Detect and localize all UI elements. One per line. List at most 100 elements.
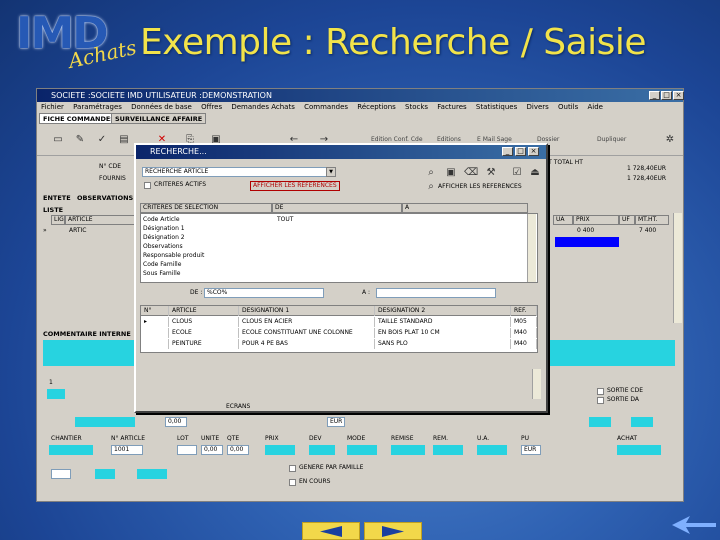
menu-commandes[interactable]: Commandes xyxy=(304,103,348,111)
menu-stocks[interactable]: Stocks xyxy=(405,103,428,111)
settings-icon[interactable]: ✲ xyxy=(663,134,677,146)
result-des1[interactable]: POUR 4 PE BAS xyxy=(239,339,375,349)
email-sage-label[interactable]: E Mail Sage xyxy=(477,136,512,143)
result-ref[interactable]: M40 xyxy=(511,339,537,349)
observations-tab[interactable]: OBSERVATIONS xyxy=(77,193,133,203)
result-des1[interactable]: ECOLE CONSTITUANT UNE COLONNE xyxy=(239,328,375,338)
criteria-item[interactable]: Désignation 1 xyxy=(143,225,185,233)
search-minimize-button[interactable]: _ xyxy=(502,147,513,156)
table-row[interactable]: ECOLE ECOLE CONSTITUANT UNE COLONNE EN B… xyxy=(141,328,537,338)
dev-field-1[interactable]: EUR xyxy=(327,417,345,427)
menu-statistiques[interactable]: Statistiques xyxy=(476,103,517,111)
return-arrow-icon[interactable] xyxy=(672,514,716,536)
achat-field[interactable] xyxy=(631,417,653,427)
criteria-item[interactable]: Sous Famille xyxy=(143,270,180,278)
selected-cell[interactable] xyxy=(555,237,619,247)
previous-slide-button[interactable] xyxy=(302,522,360,540)
menu-receptions[interactable]: Réceptions xyxy=(357,103,396,111)
prix-field[interactable] xyxy=(265,445,295,455)
new-icon[interactable]: ▭ xyxy=(51,134,65,146)
menu-outils[interactable]: Outils xyxy=(558,103,578,111)
validate-icon[interactable]: ☑ xyxy=(510,167,524,179)
clear-icon[interactable]: ⌫ xyxy=(464,167,478,179)
exit-icon[interactable]: ⏏ xyxy=(528,167,542,179)
criteria-item[interactable]: Désignation 2 xyxy=(143,234,185,242)
row1-prix[interactable]: 0 400 xyxy=(577,227,594,235)
filter-de-input[interactable]: %CO% xyxy=(204,288,324,298)
maximize-button[interactable]: □ xyxy=(661,91,672,100)
chantier-field[interactable] xyxy=(49,445,93,455)
criteria-value[interactable]: TOUT xyxy=(277,216,293,224)
results-scrollbar[interactable] xyxy=(532,369,541,399)
table-row[interactable]: ▸ CLOUS CLOUS EN ACIER TAILLE STANDARD M… xyxy=(141,317,537,327)
binoculars-icon[interactable]: ⌕ xyxy=(424,167,438,179)
criteria-item[interactable]: Observations xyxy=(143,243,183,251)
search-maximize-button[interactable]: □ xyxy=(515,147,526,156)
tool-icon[interactable]: ⚒ xyxy=(484,167,498,179)
menu-aide[interactable]: Aide xyxy=(588,103,603,111)
menu-demandes[interactable]: Demandes Achats xyxy=(231,103,295,111)
tab-fiche-commandes[interactable]: FICHE COMMANDES xyxy=(39,113,119,124)
dev-field[interactable] xyxy=(309,445,335,455)
result-article[interactable]: PEINTURE xyxy=(169,339,239,349)
result-article[interactable]: CLOUS xyxy=(169,317,239,327)
menu-factures[interactable]: Factures xyxy=(437,103,466,111)
pu-dev-field[interactable]: EUR xyxy=(521,445,541,455)
next-slide-button[interactable] xyxy=(364,522,422,540)
results-grid[interactable]: N° ARTICLE DESIGNATION 1 DESIGNATION 2 R… xyxy=(140,305,538,353)
close-button[interactable]: × xyxy=(673,91,684,100)
minimize-button[interactable]: _ xyxy=(649,91,660,100)
menu-parametrages[interactable]: Paramétrages xyxy=(73,103,122,111)
criteria-list[interactable]: Code Article TOUT Désignation 1 Désignat… xyxy=(140,213,538,283)
n-article-field[interactable]: 1001 xyxy=(111,445,143,455)
genere-checkbox[interactable] xyxy=(289,465,296,472)
validate-icon[interactable]: ✓ xyxy=(95,134,109,146)
tab-surveillance-affaire[interactable]: SURVEILLANCE AFFAIRE xyxy=(111,113,207,124)
editions-label[interactable]: Editions xyxy=(437,136,461,143)
search-close-button[interactable]: × xyxy=(528,147,539,156)
criteres-actifs-checkbox[interactable] xyxy=(144,182,151,189)
menu-offres[interactable]: Offres xyxy=(201,103,222,111)
rem-field[interactable] xyxy=(433,445,463,455)
remise-field[interactable] xyxy=(589,417,611,427)
small-cyan-field-2[interactable] xyxy=(137,469,167,479)
criteria-item[interactable]: Code Famille xyxy=(143,261,181,269)
criteria-item[interactable]: Code Article xyxy=(143,216,180,224)
result-ref[interactable]: M05 xyxy=(511,317,537,327)
mode-field[interactable] xyxy=(347,445,377,455)
result-des2[interactable]: TAILLE STANDARD xyxy=(375,317,511,327)
encours-checkbox[interactable] xyxy=(289,479,296,486)
small-field[interactable] xyxy=(51,469,71,479)
qte-bottom-field[interactable]: 0,00 xyxy=(227,445,249,455)
search-type-select[interactable]: RECHERCHE ARTICLE xyxy=(142,167,336,177)
row1-mt[interactable]: 7 400 xyxy=(639,227,656,235)
edition-conf-label[interactable]: Edition Conf. Cde xyxy=(371,136,423,143)
result-ref[interactable]: M40 xyxy=(511,328,537,338)
criteria-scrollbar[interactable] xyxy=(527,214,536,282)
tool-icon[interactable]: ▤ xyxy=(117,134,131,146)
edit-icon[interactable]: ✎ xyxy=(73,134,87,146)
sortie-cde-checkbox[interactable] xyxy=(597,388,604,395)
article-field[interactable] xyxy=(75,417,135,427)
print-icon[interactable]: ▣ xyxy=(444,167,458,179)
menu-fichier[interactable]: Fichier xyxy=(41,103,64,111)
binoculars-small-icon[interactable]: ⌕ xyxy=(424,181,438,193)
lot-field[interactable] xyxy=(177,445,197,455)
result-des1[interactable]: CLOUS EN ACIER xyxy=(239,317,375,327)
menu-divers[interactable]: Divers xyxy=(526,103,548,111)
chevron-down-icon[interactable]: ▼ xyxy=(326,167,336,177)
table-row[interactable]: PEINTURE POUR 4 PE BAS SANS PLO M40 xyxy=(141,339,537,349)
unite-field[interactable]: 0,00 xyxy=(201,445,223,455)
grid-scrollbar[interactable] xyxy=(673,213,682,323)
result-des2[interactable]: SANS PLO xyxy=(375,339,511,349)
dupliquer-label[interactable]: Dupliquer xyxy=(597,136,626,143)
criteria-item[interactable]: Responsable produit xyxy=(143,252,204,260)
sortie-da-checkbox[interactable] xyxy=(597,397,604,404)
small-cyan-field-1[interactable] xyxy=(95,469,115,479)
filter-a-input[interactable] xyxy=(376,288,496,298)
qte-field[interactable] xyxy=(47,389,65,399)
remise-bottom-field[interactable] xyxy=(391,445,425,455)
menu-donnees[interactable]: Données de base xyxy=(131,103,192,111)
ua-field[interactable] xyxy=(477,445,507,455)
result-des2[interactable]: EN BOIS PLAT 10 CM xyxy=(375,328,511,338)
